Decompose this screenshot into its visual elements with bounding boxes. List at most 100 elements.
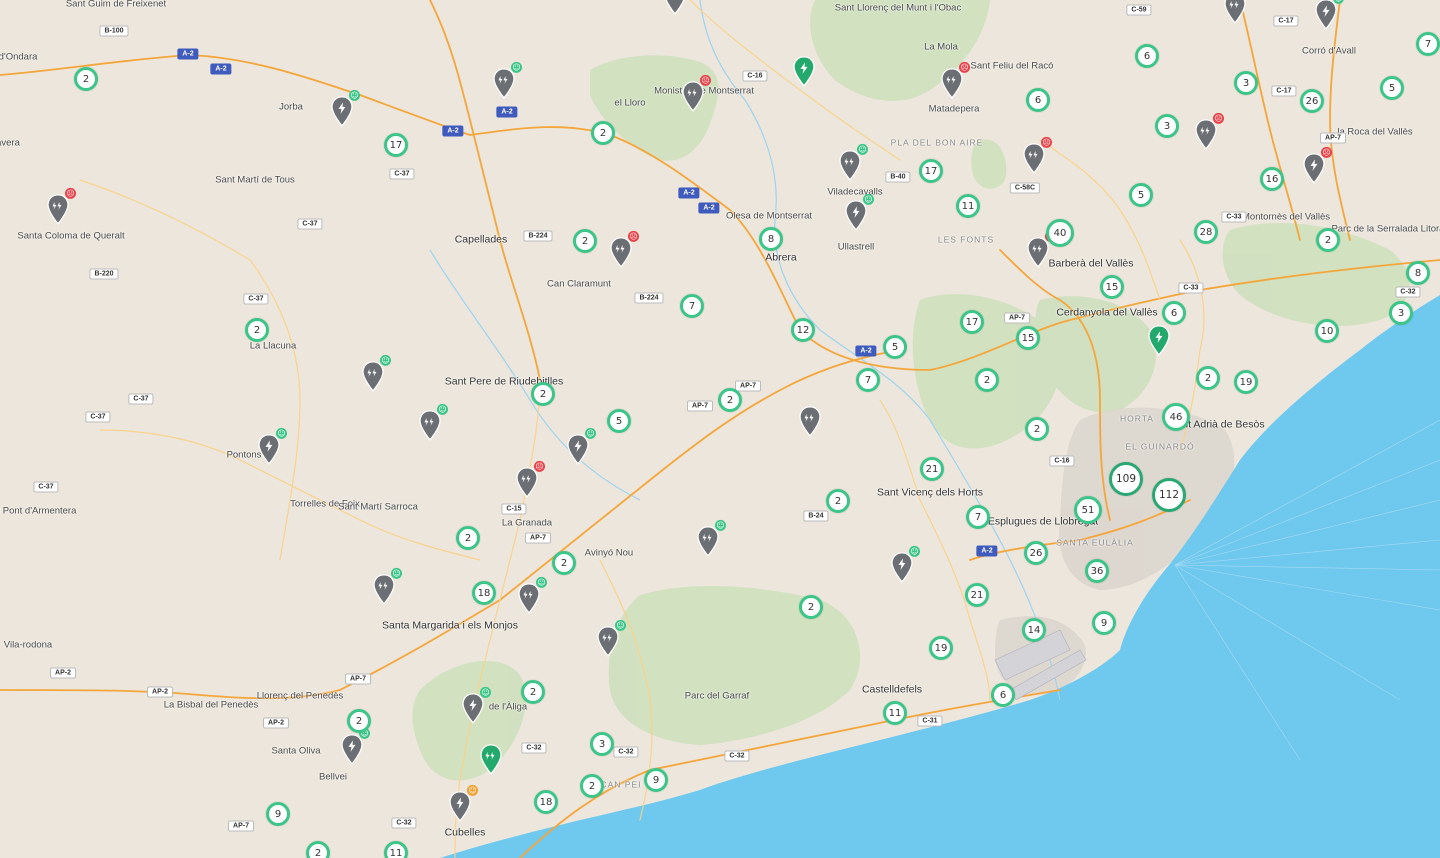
charger-cluster[interactable]: 2: [591, 121, 615, 145]
charger-pin[interactable]: [479, 744, 503, 776]
charger-cluster[interactable]: 6: [1026, 88, 1050, 112]
charger-cluster[interactable]: 8: [759, 227, 783, 251]
charger-cluster[interactable]: 18: [472, 581, 496, 605]
charger-cluster[interactable]: 9: [644, 768, 668, 792]
charger-cluster[interactable]: 26: [1300, 89, 1324, 113]
charger-cluster[interactable]: 2: [1025, 417, 1049, 441]
charger-cluster[interactable]: 7: [680, 294, 704, 318]
charger-pin[interactable]: [1147, 325, 1171, 357]
charger-cluster[interactable]: 112: [1152, 478, 1186, 512]
charger-pin[interactable]: ☹: [940, 61, 970, 100]
charger-cluster[interactable]: 2: [826, 489, 850, 513]
charger-pin[interactable]: ☹: [681, 74, 711, 113]
charger-pin[interactable]: ☹: [1022, 136, 1052, 175]
charger-pin[interactable]: ☺: [448, 784, 478, 823]
charger-cluster[interactable]: 36: [1085, 559, 1109, 583]
charger-cluster[interactable]: 7: [966, 505, 990, 529]
charger-pin[interactable]: ☹: [1026, 230, 1056, 269]
charger-pin[interactable]: ☹: [1302, 146, 1332, 185]
charger-pin[interactable]: ☺: [418, 403, 448, 442]
charger-pin[interactable]: ☺: [844, 193, 874, 232]
charger-pin[interactable]: [798, 406, 822, 438]
charger-pin[interactable]: ☹: [515, 460, 545, 499]
charger-cluster[interactable]: 15: [1100, 275, 1124, 299]
charger-cluster[interactable]: 28: [1194, 220, 1218, 244]
charger-cluster[interactable]: 2: [1196, 366, 1220, 390]
charger-cluster[interactable]: 2: [580, 774, 604, 798]
charger-cluster[interactable]: 5: [607, 409, 631, 433]
charger-cluster[interactable]: 5: [883, 335, 907, 359]
charger-cluster[interactable]: 2: [306, 841, 330, 858]
happy-face-icon: ☺: [536, 576, 547, 588]
charger-pin[interactable]: ☺: [566, 427, 596, 466]
charger-cluster[interactable]: 11: [956, 194, 980, 218]
charger-cluster[interactable]: 2: [74, 67, 98, 91]
charger-cluster[interactable]: 51: [1074, 496, 1102, 524]
charger-pin[interactable]: [792, 56, 816, 88]
charger-cluster[interactable]: 17: [384, 133, 408, 157]
charger-pin[interactable]: ☺: [461, 686, 491, 725]
charger-cluster[interactable]: 21: [920, 457, 944, 481]
charger-pin[interactable]: ☺: [361, 354, 391, 393]
charger-cluster[interactable]: 15: [1016, 326, 1040, 350]
charger-pin[interactable]: ☺: [596, 619, 626, 658]
charger-pin[interactable]: ☹: [46, 187, 76, 226]
charger-pin[interactable]: ☺: [372, 567, 402, 606]
charger-pin[interactable]: ☹: [609, 230, 639, 269]
charger-pin[interactable]: ☺: [340, 727, 370, 766]
charger-pin[interactable]: [663, 0, 687, 16]
charger-cluster[interactable]: 21: [965, 583, 989, 607]
charger-pin[interactable]: ☺: [257, 427, 287, 466]
charger-cluster[interactable]: 2: [456, 526, 480, 550]
charger-pin[interactable]: ☹: [1223, 0, 1247, 25]
charger-cluster[interactable]: 3: [1389, 301, 1413, 325]
charger-pin[interactable]: ☺: [696, 519, 726, 558]
charger-cluster[interactable]: 109: [1109, 462, 1143, 496]
charger-cluster[interactable]: 2: [799, 595, 823, 619]
charger-cluster[interactable]: 2: [975, 368, 999, 392]
charger-cluster[interactable]: 2: [1316, 228, 1340, 252]
charger-cluster[interactable]: 3: [1234, 71, 1258, 95]
charger-cluster[interactable]: 17: [919, 159, 943, 183]
charger-cluster[interactable]: 3: [590, 732, 614, 756]
charger-cluster[interactable]: 16: [1260, 167, 1284, 191]
map-canvas[interactable]: Sant Guim de Freixenetd'OndaraJorbaavera…: [0, 0, 1440, 858]
charger-cluster[interactable]: 40: [1046, 219, 1074, 247]
charger-cluster[interactable]: 2: [552, 551, 576, 575]
charger-cluster[interactable]: 19: [1234, 370, 1258, 394]
charger-cluster[interactable]: 46: [1162, 403, 1190, 431]
charger-pin[interactable]: ☺: [1314, 0, 1344, 31]
charger-pin[interactable]: ☹: [1194, 112, 1224, 151]
charger-cluster[interactable]: 2: [718, 388, 742, 412]
charger-cluster[interactable]: 2: [531, 382, 555, 406]
charger-cluster[interactable]: 11: [384, 841, 408, 858]
charger-cluster[interactable]: 2: [347, 709, 371, 733]
charger-cluster[interactable]: 5: [1380, 76, 1404, 100]
charger-cluster[interactable]: 11: [883, 701, 907, 725]
charger-cluster[interactable]: 3: [1155, 114, 1179, 138]
charger-cluster[interactable]: 10: [1315, 319, 1339, 343]
charger-cluster[interactable]: 17: [960, 310, 984, 334]
charger-cluster[interactable]: 6: [1135, 44, 1159, 68]
charger-cluster[interactable]: 9: [266, 802, 290, 826]
charger-cluster[interactable]: 9: [1092, 611, 1116, 635]
charger-pin[interactable]: ☺: [890, 545, 920, 584]
charger-cluster[interactable]: 2: [245, 318, 269, 342]
charger-cluster[interactable]: 12: [791, 318, 815, 342]
charger-cluster[interactable]: 8: [1406, 261, 1430, 285]
charger-cluster[interactable]: 2: [521, 680, 545, 704]
charger-cluster[interactable]: 26: [1024, 541, 1048, 565]
charger-pin[interactable]: ☺: [517, 576, 547, 615]
charger-pin[interactable]: ☺: [492, 61, 522, 100]
charger-cluster[interactable]: 5: [1129, 183, 1153, 207]
charger-pin[interactable]: ☺: [330, 89, 360, 128]
charger-cluster[interactable]: 6: [991, 683, 1015, 707]
charger-pin[interactable]: ☺: [838, 143, 868, 182]
charger-cluster[interactable]: 19: [929, 636, 953, 660]
charger-cluster[interactable]: 18: [534, 790, 558, 814]
charger-cluster[interactable]: 14: [1022, 618, 1046, 642]
charger-cluster[interactable]: 2: [573, 229, 597, 253]
charger-cluster[interactable]: 7: [1416, 32, 1440, 56]
charger-cluster[interactable]: 6: [1162, 301, 1186, 325]
charger-cluster[interactable]: 7: [856, 368, 880, 392]
